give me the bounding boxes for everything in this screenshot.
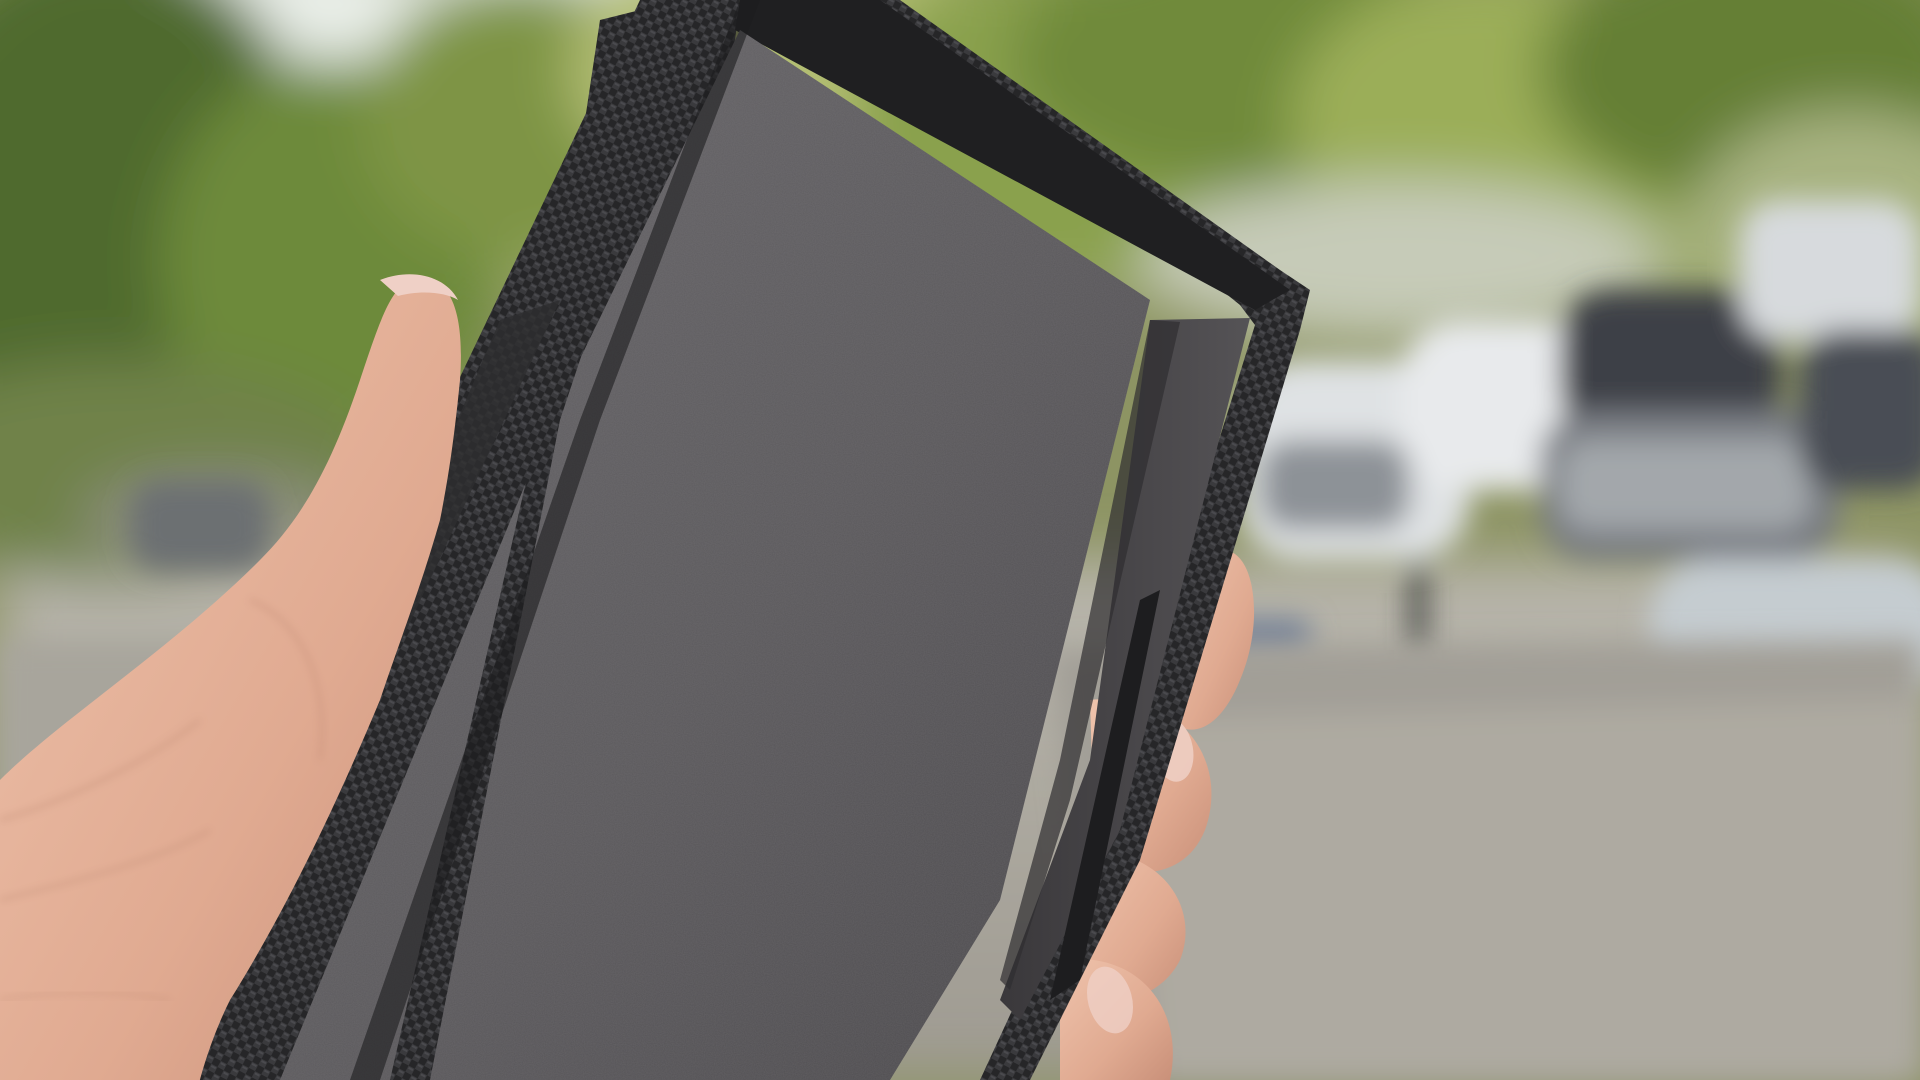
photo-scene xyxy=(0,0,1920,1080)
phone-case-photo xyxy=(0,0,1920,1080)
